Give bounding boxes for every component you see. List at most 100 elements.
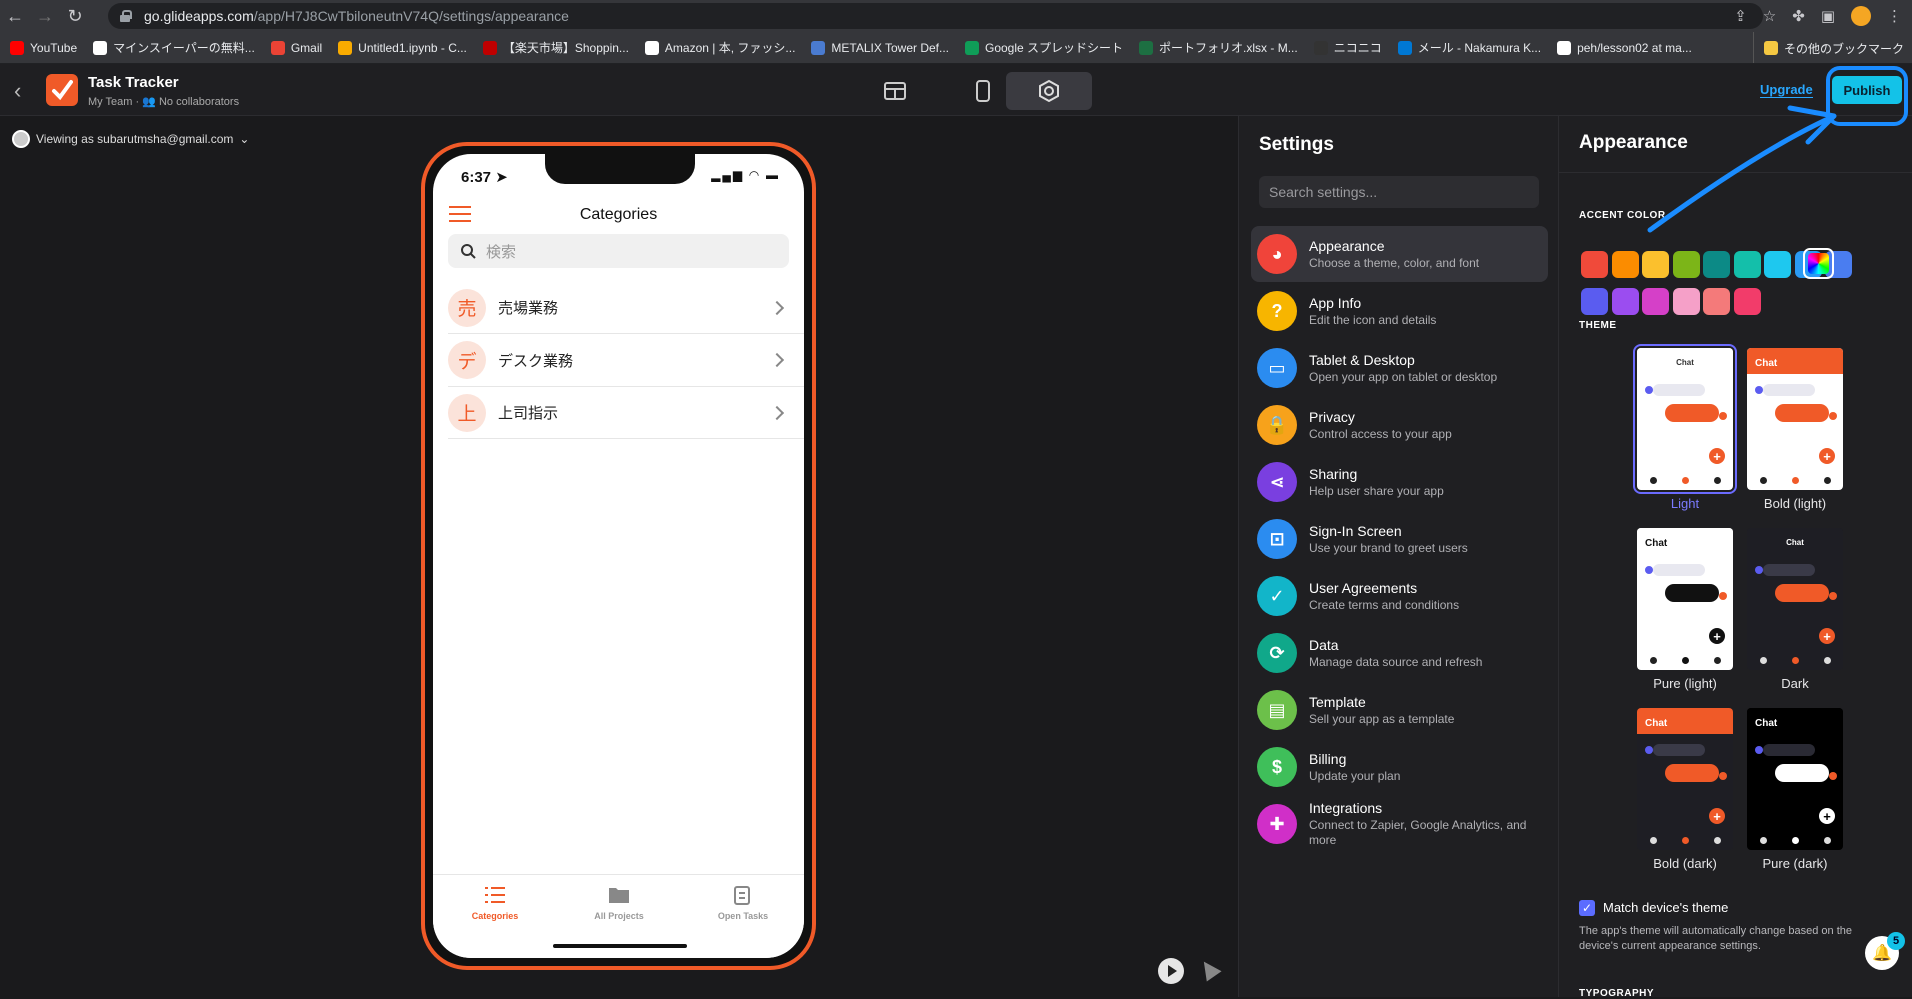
accent-swatch[interactable] — [1703, 288, 1730, 315]
bookmark-item[interactable]: Gmail — [270, 40, 322, 55]
theme-tab-dot — [1791, 836, 1799, 844]
theme-name: Pure (light) — [1653, 676, 1717, 691]
accent-swatch[interactable] — [1672, 251, 1700, 278]
phone-search-input[interactable]: 検索 — [448, 234, 789, 268]
theme-card[interactable]: Chat + — [1747, 348, 1843, 490]
settings-item-description: Choose a theme, color, and font — [1309, 255, 1480, 270]
accent-swatch[interactable] — [1581, 251, 1608, 278]
bookmark-item[interactable]: peh/lesson02 at ma... — [1557, 40, 1692, 55]
theme-card[interactable]: Chat + — [1747, 708, 1843, 850]
accent-swatch[interactable] — [1611, 288, 1639, 315]
theme-card[interactable]: Chat + — [1747, 528, 1843, 670]
bookmark-item[interactable]: ポートフォリオ.xlsx - M... — [1139, 39, 1298, 56]
accent-swatch[interactable] — [1611, 251, 1639, 278]
settings-item-template[interactable]: ▤ Template Sell your app as a template — [1251, 682, 1548, 738]
team-name: My Team — [88, 96, 133, 108]
accent-swatch[interactable] — [1703, 251, 1730, 278]
settings-item-user-agreements[interactable]: ✓ User Agreements Create terms and conditi… — [1251, 568, 1548, 624]
bookmark-label: ニコニコ — [1333, 41, 1382, 55]
theme-fab-plus-icon: + — [1819, 448, 1835, 464]
theme-card[interactable]: Chat + — [1637, 708, 1733, 850]
address-bar[interactable]: go.glideapps.com/app/H7J8CwTbiloneutnV74… — [108, 3, 1763, 29]
list-item[interactable]: デデスク業務 — [448, 335, 804, 387]
settings-item-billing[interactable]: $ Billing Update your plan — [1251, 739, 1548, 795]
theme-tab-dot — [1649, 836, 1657, 844]
accent-swatch[interactable] — [1642, 251, 1669, 278]
theme-tab-dot — [1681, 476, 1689, 484]
theme-card[interactable]: Chat + — [1637, 528, 1733, 670]
extensions-icon[interactable]: ✤ — [1792, 7, 1805, 25]
match-theme-label: Match device's theme — [1603, 900, 1729, 915]
tab-all-projects[interactable]: All Projects — [557, 885, 681, 921]
upgrade-link[interactable]: Upgrade — [1760, 82, 1813, 98]
theme-card-header: Chat — [1637, 348, 1733, 374]
bookmark-item[interactable]: YouTube — [10, 40, 77, 55]
settings-tab[interactable] — [1006, 72, 1092, 110]
viewing-as-selector[interactable]: Viewing as subarutmsha@gmail.com ⌄ — [12, 130, 249, 148]
bookmark-favicon — [93, 40, 108, 55]
clipboard-icon — [734, 886, 750, 905]
accent-swatch[interactable] — [1733, 251, 1761, 278]
phone-frame: 6:37 ➤ ▂▄▆ ◠ ▬ Categories 検索 売売場業務デデスク業務… — [421, 142, 816, 970]
bookmark-favicon — [1557, 40, 1572, 55]
other-bookmarks-folder[interactable]: その他のブックマーク — [1752, 32, 1904, 63]
theme-bubble-incoming — [1763, 384, 1815, 396]
theme-bubble-outgoing — [1775, 404, 1829, 422]
back-chevron-icon[interactable]: ‹ — [14, 78, 21, 104]
settings-item-sign-in-screen[interactable]: ⊡ Sign-In Screen Use your brand to greet u… — [1251, 511, 1548, 567]
cursor-icon[interactable] — [1196, 956, 1222, 982]
kebab-menu-icon[interactable]: ⋮ — [1887, 7, 1902, 25]
settings-item-integrations[interactable]: ✚ Integrations Connect to Zapier, Google A… — [1251, 796, 1548, 852]
accent-swatch[interactable] — [1581, 288, 1608, 315]
bookmark-item[interactable]: マインスイーパーの無料... — [93, 39, 255, 56]
bookmark-item[interactable]: Untitled1.ipynb - C... — [338, 40, 467, 55]
tab-categories-label: Categories — [471, 911, 519, 921]
theme-card-header: Chat — [1747, 348, 1843, 374]
bookmark-item[interactable]: メール - Nakamura K... — [1397, 39, 1541, 56]
play-icon[interactable] — [1158, 958, 1184, 984]
accent-swatch[interactable] — [1642, 288, 1669, 315]
app-title: Task Tracker — [88, 74, 179, 91]
bookmark-item[interactable]: Google スプレッドシート — [965, 39, 1123, 56]
forward-arrow-icon[interactable]: → — [30, 0, 60, 32]
reload-icon[interactable]: ↻ — [60, 0, 90, 32]
bookmark-favicon — [811, 40, 826, 55]
profile-avatar[interactable] — [1851, 6, 1871, 26]
data-editor-tab[interactable] — [852, 72, 938, 110]
theme-card[interactable]: Chat + — [1633, 344, 1737, 494]
list-item[interactable]: 上上司指示 — [448, 387, 804, 439]
tab-open-tasks[interactable]: Open Tasks — [681, 885, 804, 921]
back-arrow-icon[interactable]: ← — [0, 0, 30, 32]
accent-color-label: ACCENT COLOR — [1579, 210, 1666, 221]
tab-categories[interactable]: Categories — [433, 885, 557, 921]
sidepanel-icon[interactable]: ▣ — [1821, 7, 1835, 25]
settings-item-appearance[interactable]: ◕ Appearance Choose a theme, color, and fo… — [1251, 226, 1548, 282]
share-icon: ⋖ — [1257, 462, 1297, 502]
settings-item-privacy[interactable]: 🔒 Privacy Control access to your app — [1251, 397, 1548, 453]
bookmark-label: 【楽天市場】Shoppin... — [502, 41, 629, 55]
divider — [1559, 172, 1912, 173]
settings-search-input[interactable]: Search settings... — [1259, 176, 1539, 208]
settings-item-data[interactable]: ⟳ Data Manage data source and refresh — [1251, 625, 1548, 681]
accent-swatch[interactable] — [1733, 288, 1761, 315]
bookmark-item[interactable]: Amazon | 本, ファッシ... — [644, 39, 795, 56]
share-icon[interactable]: ⇪ — [1734, 7, 1747, 25]
category-label: デスク業務 — [498, 352, 574, 370]
category-label: 上司指示 — [498, 405, 559, 422]
phone-screen: 6:37 ➤ ▂▄▆ ◠ ▬ Categories 検索 売売場業務デデスク業務… — [433, 154, 804, 958]
bookmark-item[interactable]: ニコニコ — [1313, 39, 1382, 56]
bookmark-item[interactable]: METALIX Tower Def... — [811, 40, 949, 55]
app-subtitle: My Team · 👥 No collaborators — [88, 96, 240, 108]
accent-swatch[interactable] — [1764, 251, 1791, 278]
custom-color-swatch[interactable] — [1803, 248, 1834, 279]
list-item[interactable]: 売売場業務 — [448, 282, 804, 334]
star-icon[interactable]: ☆ — [1763, 7, 1776, 25]
match-theme-checkbox[interactable]: ✓ — [1579, 900, 1595, 916]
accent-swatch[interactable] — [1672, 288, 1700, 315]
bookmark-favicon — [10, 40, 24, 55]
settings-item-tablet-desktop[interactable]: ▭ Tablet & Desktop Open your app on tablet… — [1251, 340, 1548, 396]
settings-item-app-info[interactable]: ? App Info Edit the icon and details — [1251, 283, 1548, 339]
viewing-as-text: Viewing as subarutmsha@gmail.com — [36, 132, 234, 146]
bookmark-item[interactable]: 【楽天市場】Shoppin... — [482, 39, 629, 56]
settings-item-sharing[interactable]: ⋖ Sharing Help user share your app — [1251, 454, 1548, 510]
